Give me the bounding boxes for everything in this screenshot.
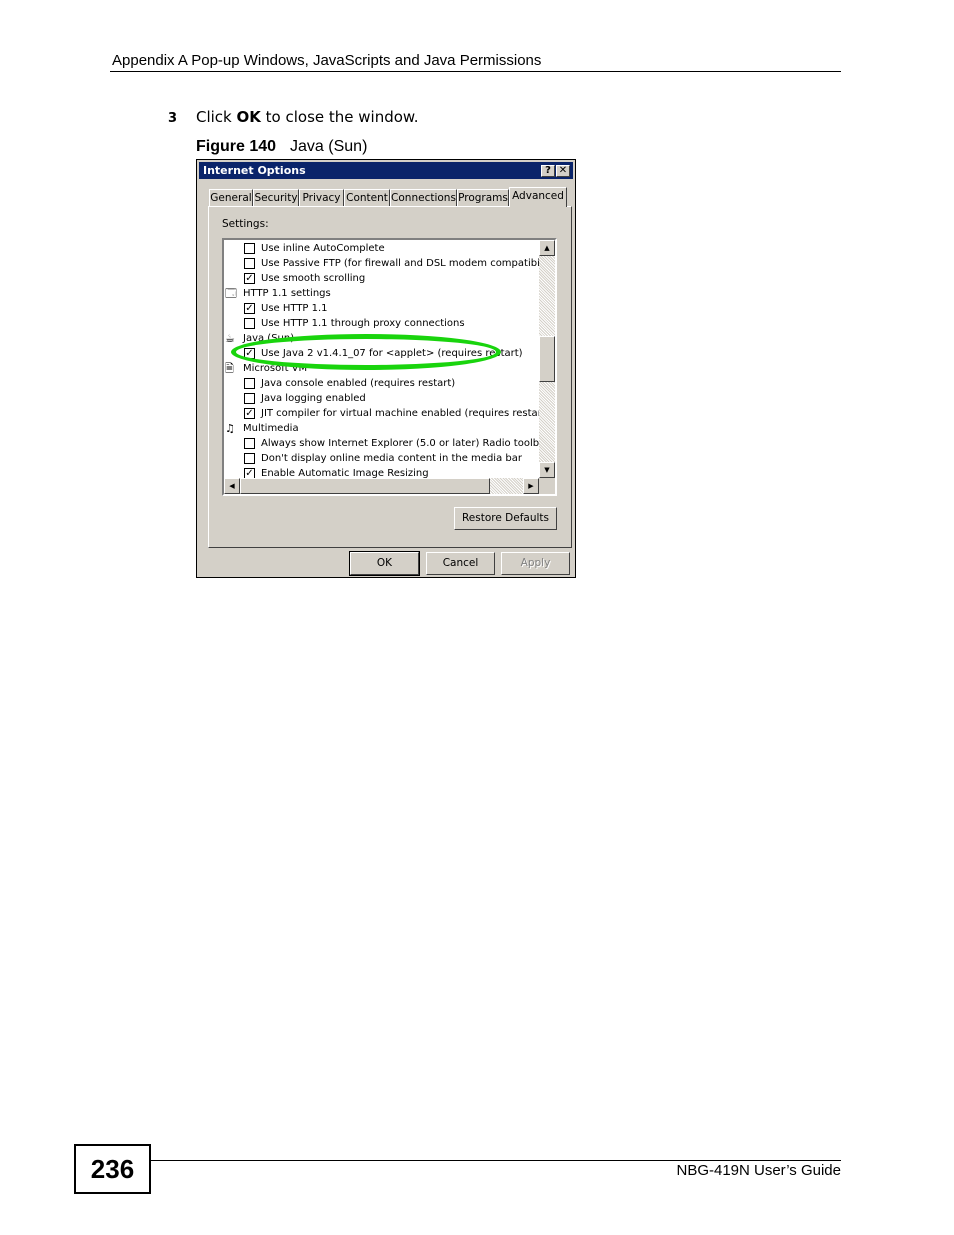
scroll-corner — [539, 478, 555, 494]
step-instruction: 3 Click OK to close the window. — [168, 108, 419, 126]
help-button[interactable]: ? — [541, 165, 555, 177]
tab-privacy[interactable]: Privacy — [299, 189, 344, 206]
header-rule — [110, 71, 841, 72]
figure-title: Java (Sun) — [290, 138, 368, 155]
setting-label: Use HTTP 1.1 — [261, 303, 328, 314]
internet-options-dialog: Internet Options ? ✕ General Security Pr… — [196, 159, 576, 578]
multimedia-icon: ♫ — [225, 422, 235, 435]
checkbox-unchecked[interactable]: ✓ — [244, 438, 255, 449]
vertical-scrollbar[interactable]: ▲ ▼ — [539, 240, 555, 478]
settings-label: Settings: — [222, 218, 269, 230]
setting-label: Java console enabled (requires restart) — [261, 378, 456, 389]
checkbox-unchecked[interactable]: ✓ — [244, 393, 255, 404]
ie-settings-icon: 🗔 — [225, 287, 237, 300]
step-bold-ok: OK — [236, 108, 261, 126]
tab-content[interactable]: Content — [344, 189, 390, 206]
ok-button[interactable]: OK — [349, 551, 420, 576]
java-option-highlight — [231, 334, 501, 370]
step-text-after: to close the window. — [260, 108, 419, 126]
apply-button[interactable]: Apply — [501, 552, 570, 575]
footer-rule — [151, 1160, 841, 1161]
setting-label: JIT compiler for virtual machine enabled… — [261, 408, 550, 419]
dialog-titlebar: Internet Options ? ✕ — [199, 162, 573, 179]
checkbox-checked[interactable]: ✓ — [244, 303, 255, 314]
scroll-left-arrow-icon[interactable]: ◀ — [224, 478, 240, 494]
checkbox-checked[interactable]: ✓ — [244, 273, 255, 284]
tab-general[interactable]: General — [209, 189, 253, 206]
horizontal-scrollbar[interactable]: ◀ ▶ — [224, 478, 539, 494]
running-header: Appendix A Pop-up Windows, JavaScripts a… — [112, 52, 542, 69]
java-sun-icon: ☕ — [225, 332, 235, 345]
cancel-button[interactable]: Cancel — [426, 552, 495, 575]
dialog-title: Internet Options — [203, 164, 306, 177]
figure-caption: Figure 140 Java (Sun) — [196, 138, 367, 156]
tab-connections[interactable]: Connections — [390, 189, 457, 206]
tab-advanced[interactable]: Advanced — [509, 187, 567, 207]
setting-label: Use HTTP 1.1 through proxy connections — [261, 318, 465, 329]
scroll-up-arrow-icon[interactable]: ▲ — [539, 240, 555, 256]
close-button[interactable]: ✕ — [556, 165, 570, 177]
restore-defaults-button[interactable]: Restore Defaults — [454, 507, 557, 530]
checkbox-checked[interactable]: ✓ — [244, 408, 255, 419]
setting-label: Always show Internet Explorer (5.0 or la… — [261, 438, 550, 449]
setting-label: Use smooth scrolling — [261, 273, 366, 284]
vertical-scroll-thumb[interactable] — [539, 336, 555, 382]
scroll-down-arrow-icon[interactable]: ▼ — [539, 462, 555, 478]
category-label: Multimedia — [243, 423, 299, 434]
step-text-before: Click — [196, 108, 237, 126]
setting-label: Don't display online media content in th… — [261, 453, 522, 464]
checkbox-unchecked[interactable]: ✓ — [244, 243, 255, 254]
setting-label: Use inline AutoComplete — [261, 243, 385, 254]
setting-label: Use Passive FTP (for firewall and DSL mo… — [261, 258, 557, 269]
tab-security[interactable]: Security — [253, 189, 299, 206]
checkbox-unchecked[interactable]: ✓ — [244, 378, 255, 389]
microsoft-vm-icon: 🗎 — [225, 362, 234, 375]
checkbox-unchecked[interactable]: ✓ — [244, 258, 255, 269]
step-number: 3 — [168, 111, 178, 126]
setting-label: Java logging enabled — [261, 393, 366, 404]
figure-label: Figure 140 — [196, 138, 277, 155]
category-label: HTTP 1.1 settings — [243, 288, 331, 299]
checkbox-unchecked[interactable]: ✓ — [244, 318, 255, 329]
guide-title: NBG-419N User’s Guide — [676, 1162, 841, 1179]
horizontal-scroll-thumb[interactable] — [240, 478, 490, 494]
page-number: 236 — [74, 1144, 151, 1194]
scroll-right-arrow-icon[interactable]: ▶ — [523, 478, 539, 494]
checkbox-unchecked[interactable]: ✓ — [244, 453, 255, 464]
tab-programs[interactable]: Programs — [457, 189, 509, 206]
